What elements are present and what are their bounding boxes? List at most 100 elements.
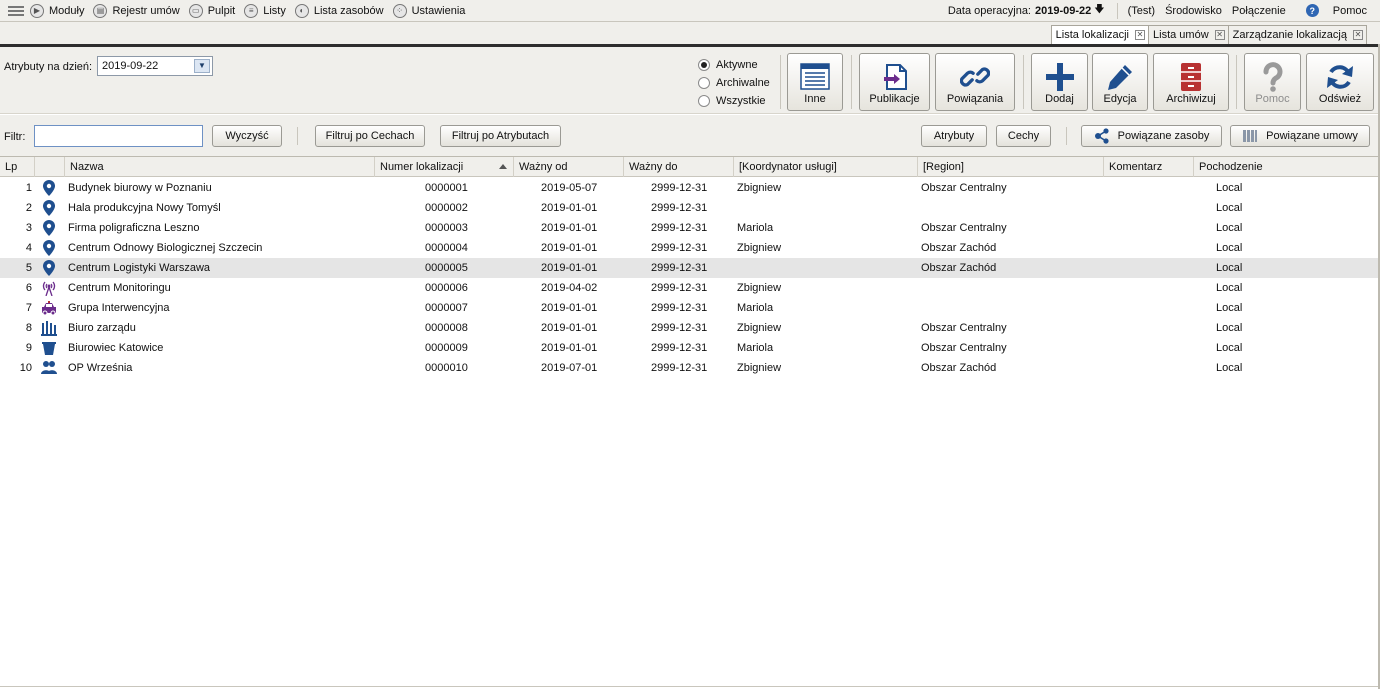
add-button[interactable]: Dodaj: [1031, 53, 1088, 111]
cell-name: Hala produkcyjna Nowy Tomyśl: [68, 202, 221, 214]
column-header-origin[interactable]: Pochodzenie: [1194, 157, 1378, 177]
radio-archived[interactable]: Archiwalne: [698, 74, 770, 92]
radio-dot: [698, 59, 710, 71]
operational-date-value[interactable]: 2019-09-22: [1035, 5, 1091, 17]
close-icon[interactable]: ✕: [1214, 30, 1225, 40]
status-radio-group: Aktywne Archiwalne Wszystkie: [698, 56, 770, 110]
arrow-down-icon[interactable]: 🡇: [1094, 2, 1104, 19]
menu-item-desktop[interactable]: ▭ Pulpit: [188, 3, 235, 18]
operational-date-label: Data operacyjna:: [947, 4, 1031, 17]
menu-item-resource-list[interactable]: ◐ Lista zasobów: [294, 3, 384, 18]
column-header-region[interactable]: [Region]: [918, 157, 1104, 177]
radio-active[interactable]: Aktywne: [698, 56, 770, 74]
table-row[interactable]: 6 Centrum Monitoringu 0000006 2019-04-02 299…: [0, 278, 1380, 298]
attributes-button[interactable]: Atrybuty: [921, 125, 987, 147]
divider: [780, 55, 781, 109]
column-header-coordinator[interactable]: [Koordynator usługi]: [734, 157, 918, 177]
menu-item-label: Moduły: [49, 4, 85, 17]
cell-name: Firma poligraficzna Leszno: [68, 222, 200, 234]
column-header-lp[interactable]: Lp: [0, 157, 35, 177]
publications-button[interactable]: Publikacje: [859, 53, 930, 111]
column-header-icon[interactable]: [35, 157, 65, 177]
column-header-number[interactable]: Numer lokalizacji: [375, 157, 514, 177]
button-label: Dodaj: [1045, 93, 1074, 105]
column-header-comment[interactable]: Komentarz: [1104, 157, 1194, 177]
close-icon[interactable]: ✕: [1135, 30, 1146, 40]
filter-input[interactable]: [34, 125, 203, 147]
cell-valid-from: 2019-05-07: [541, 182, 598, 194]
filter-label: Filtr:: [4, 131, 26, 143]
table-row[interactable]: 9 Biurowiec Katowice 0000009 2019-01-01 2999…: [0, 338, 1380, 358]
cell-coordinator: Mariola: [737, 342, 774, 354]
cell-origin: Local: [1216, 282, 1243, 294]
cell-lp: 5: [25, 262, 32, 274]
divider: [297, 127, 298, 145]
help-icon: ?: [1305, 4, 1319, 17]
cell-coordinator: Zbigniew: [737, 322, 782, 334]
edit-button[interactable]: Edycja: [1092, 53, 1148, 111]
tab-contract-list[interactable]: Lista umów ✕: [1148, 25, 1229, 44]
cell-region: Obszar Centralny: [921, 182, 1007, 194]
column-header-valid-from[interactable]: Ważny od: [514, 157, 624, 177]
menu-item-modules[interactable]: ▶ Moduły: [30, 3, 85, 18]
cell-valid-from: 2019-01-01: [541, 202, 598, 214]
cell-valid-to: 2999-12-31: [651, 202, 708, 214]
refresh-button[interactable]: Odśwież: [1306, 53, 1374, 111]
table-row[interactable]: 8 Biuro zarządu 0000008 2019-01-01 2999-12-3…: [0, 318, 1380, 338]
cell-valid-from: 2019-04-02: [541, 282, 598, 294]
close-icon[interactable]: ✕: [1353, 30, 1363, 40]
resources-icon: ◐: [294, 3, 309, 18]
connection-link[interactable]: Połączenie: [1232, 5, 1286, 17]
menu-item-settings[interactable]: ⁘ Ustawienia: [392, 3, 466, 18]
pencil-icon: [1105, 62, 1135, 92]
filter-by-attributes-button[interactable]: Filtruj po Atrybutach: [440, 125, 561, 147]
radio-dot: [698, 95, 710, 107]
office-building-icon: [41, 320, 57, 336]
cell-origin: Local: [1216, 362, 1243, 374]
table-row[interactable]: 2 Hala produkcyjna Nowy Tomyśl 0000002 2019…: [0, 198, 1380, 218]
menu-item-lists[interactable]: ≡ Listy: [244, 3, 286, 18]
antenna-icon: [41, 280, 57, 296]
related-contracts-button[interactable]: Powiązane umowy: [1230, 125, 1370, 147]
cell-number: 0000008: [425, 322, 468, 334]
features-button[interactable]: Cechy: [996, 125, 1051, 147]
table-row[interactable]: 10 OP Września 0000010 2019-07-01 2999-12-31…: [0, 358, 1380, 378]
attributes-date-select[interactable]: 2019-09-22 ▼: [97, 56, 213, 76]
relations-button[interactable]: Powiązania: [935, 53, 1015, 111]
divider: [1236, 55, 1237, 109]
help-menu[interactable]: ? Pomoc: [1296, 4, 1367, 17]
archive-button[interactable]: Archiwizuj: [1153, 53, 1229, 111]
filter-by-features-button[interactable]: Filtruj po Cechach: [315, 125, 425, 147]
column-header-name[interactable]: Nazwa: [65, 157, 375, 177]
cell-origin: Local: [1216, 262, 1243, 274]
hamburger-menu-icon[interactable]: [8, 5, 24, 16]
table-row[interactable]: 1 Budynek biurowy w Poznaniu 0000001 2019-0…: [0, 178, 1380, 198]
chevron-down-icon[interactable]: ▼: [194, 59, 210, 73]
menu-item-contract-register[interactable]: ▤ Rejestr umów: [93, 3, 180, 18]
people-icon: [41, 360, 57, 376]
binders-icon: [1242, 128, 1258, 144]
tab-location-management[interactable]: Zarządzanie lokalizacją ✕: [1227, 25, 1367, 44]
tab-label: Zarządzanie lokalizacją: [1232, 29, 1347, 41]
table-row[interactable]: 3 Firma poligraficzna Leszno 0000003 2019-0…: [0, 218, 1380, 238]
other-button[interactable]: Inne: [787, 53, 843, 111]
help-button[interactable]: Pomoc: [1244, 53, 1301, 111]
table-row[interactable]: 7 Grupa Interwencyjna 0000007 2019-01-01 299…: [0, 298, 1380, 318]
divider: [1066, 127, 1067, 145]
column-header-valid-to[interactable]: Ważny do: [624, 157, 734, 177]
radio-all[interactable]: Wszystkie: [698, 92, 770, 110]
cell-lp: 6: [25, 282, 32, 294]
clear-button[interactable]: Wyczyść: [212, 125, 282, 147]
cell-region: Obszar Zachód: [921, 262, 997, 274]
list-icon: ≡: [244, 3, 259, 18]
environment-link[interactable]: Środowisko: [1165, 5, 1222, 17]
cell-name: Grupa Interwencyjna: [68, 302, 170, 314]
document-list-icon: [800, 62, 830, 92]
related-resources-button[interactable]: Powiązane zasoby: [1081, 125, 1222, 147]
table-row[interactable]: 5 Centrum Logistyki Warszawa 0000005 2019-0…: [0, 258, 1380, 278]
menu-item-label: Ustawienia: [411, 4, 466, 17]
cell-coordinator: Zbigniew: [737, 242, 782, 254]
tab-location-list[interactable]: Lista lokalizacji ✕: [1050, 25, 1150, 44]
table-row[interactable]: 4 Centrum Odnowy Biologicznej Szczecin 000…: [0, 238, 1380, 258]
location-pin-icon: [41, 260, 57, 276]
